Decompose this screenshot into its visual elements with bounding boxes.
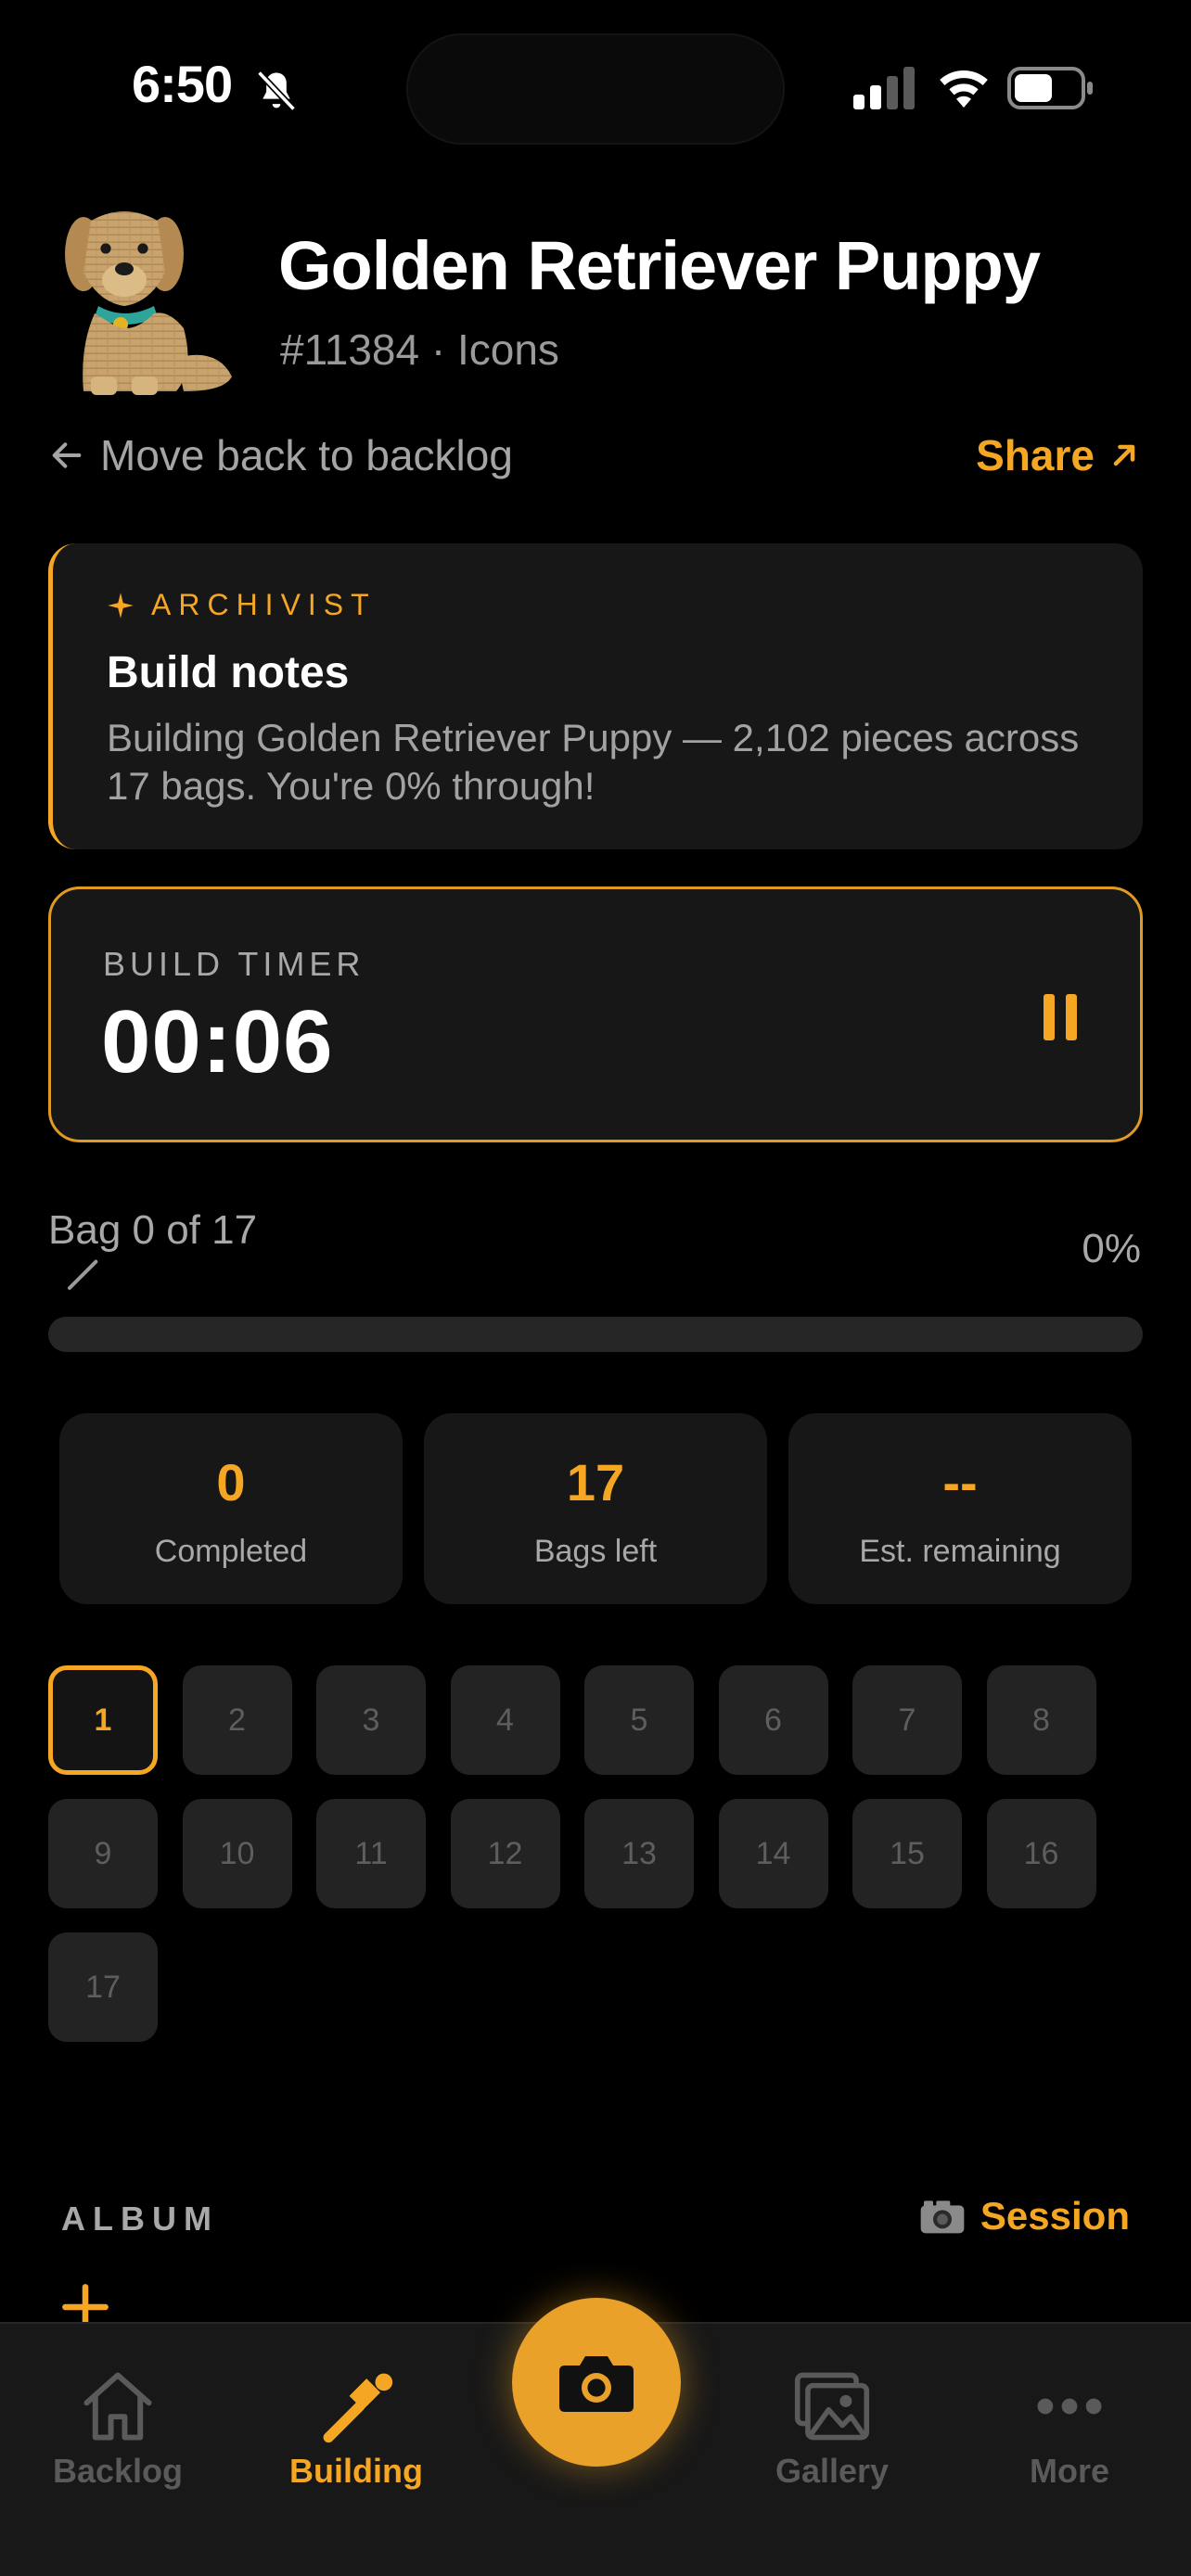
bag-tile-13[interactable]: 13 (584, 1799, 694, 1908)
stat-bags-left-label: Bags left (533, 1534, 658, 1569)
back-label: Move back to backlog (100, 431, 513, 479)
arrow-left-icon (52, 442, 82, 468)
bag-tile-12[interactable]: 12 (450, 1799, 560, 1908)
dynamic-island (406, 33, 785, 145)
stat-est-remaining-label: Est. remaining (859, 1534, 1061, 1569)
cellular-signal-icon (853, 67, 915, 109)
stat-bags-left-value: 17 (566, 1453, 625, 1511)
bag-tile-17[interactable]: 17 (48, 1932, 158, 2042)
gallery-icon (794, 2372, 870, 2441)
bag-tile-1[interactable]: 1 (48, 1665, 158, 1775)
camera-icon (920, 2200, 965, 2234)
pause-icon-bar (1066, 994, 1077, 1040)
set-number-theme: #11384 · Icons (280, 325, 559, 374)
tab-gallery[interactable]: Gallery (730, 2368, 934, 2491)
stat-est-remaining-value: -- (942, 1453, 978, 1511)
archivist-tag: ARCHIVIST (107, 588, 377, 622)
stat-completed-value: 0 (216, 1453, 246, 1511)
status-time: 6:50 (132, 55, 233, 113)
build-notes-body: Building Golden Retriever Puppy — 2,102 … (107, 716, 1080, 808)
move-back-to-backlog-button[interactable]: Move back to backlog (48, 430, 513, 480)
session-button[interactable]: Session (919, 2194, 1130, 2238)
build-timer-value: 00:06 (101, 992, 334, 1091)
bag-tile-16[interactable]: 16 (986, 1799, 1096, 1908)
bag-tile-7[interactable]: 7 (852, 1665, 962, 1775)
bag-tile-15[interactable]: 15 (852, 1799, 962, 1908)
bag-tile-3[interactable]: 3 (316, 1665, 426, 1775)
bag-tile-11[interactable]: 11 (316, 1799, 426, 1908)
bag-tile-6[interactable]: 6 (718, 1665, 828, 1775)
tab-building-label: Building (289, 2452, 423, 2490)
more-icon (1037, 2398, 1102, 2415)
stat-bags-left: 17 Bags left (424, 1413, 767, 1604)
bag-tile-9[interactable]: 9 (48, 1799, 158, 1908)
build-notes-card: ARCHIVIST Build notes Building Golden Re… (48, 543, 1143, 849)
tab-backlog-label: Backlog (52, 2452, 184, 2490)
hammer-icon (323, 2373, 393, 2443)
build-timer-label: BUILD TIMER (103, 945, 365, 983)
bag-progress-label: Bag 0 of 17 (48, 1207, 258, 1253)
tab-building[interactable]: Building (254, 2368, 458, 2491)
set-image (65, 211, 232, 395)
wifi-icon (940, 70, 988, 108)
silent-bell-icon (257, 70, 296, 111)
bag-tile-5[interactable]: 5 (584, 1665, 694, 1775)
battery-icon (1007, 67, 1093, 109)
bag-tile-4[interactable]: 4 (450, 1665, 560, 1775)
stat-completed-label: Completed (154, 1534, 308, 1569)
progress-bar (48, 1317, 1143, 1352)
build-notes-title: Build notes (107, 648, 350, 697)
bag-tile-8[interactable]: 8 (986, 1665, 1096, 1775)
tab-more-label: More (1029, 2452, 1109, 2490)
set-title: Golden Retriever Puppy (278, 227, 1041, 304)
tab-more[interactable]: More (967, 2368, 1172, 2491)
bag-tile-10[interactable]: 10 (182, 1799, 292, 1908)
camera-capture-button[interactable] (512, 2298, 681, 2467)
tab-backlog[interactable]: Backlog (16, 2368, 220, 2491)
home-icon (83, 2372, 152, 2441)
session-label: Session (980, 2194, 1130, 2238)
arrow-up-right-icon (1113, 444, 1135, 466)
stat-est-remaining: -- Est. remaining (788, 1413, 1132, 1604)
tab-gallery-label: Gallery (775, 2452, 890, 2490)
progress-percent: 0% (1082, 1226, 1141, 1271)
sparkle-icon (108, 592, 134, 618)
edit-pencil-icon[interactable] (65, 1256, 102, 1293)
camera-icon (559, 2356, 634, 2412)
build-timer-card: BUILD TIMER 00:06 (48, 886, 1143, 1142)
archivist-label: ARCHIVIST (151, 588, 377, 621)
bag-tile-2[interactable]: 2 (182, 1665, 292, 1775)
bag-tile-14[interactable]: 14 (718, 1799, 828, 1908)
set-detail-screen: 6:50 Golden Retriever Puppy #11384 · Ico… (0, 0, 1191, 2576)
album-title: ALBUM (61, 2200, 219, 2238)
stat-completed: 0 Completed (59, 1413, 403, 1604)
share-button[interactable]: Share (976, 430, 1141, 480)
share-label: Share (976, 431, 1095, 479)
pause-icon (1044, 994, 1055, 1040)
pause-button[interactable] (1034, 991, 1086, 1043)
